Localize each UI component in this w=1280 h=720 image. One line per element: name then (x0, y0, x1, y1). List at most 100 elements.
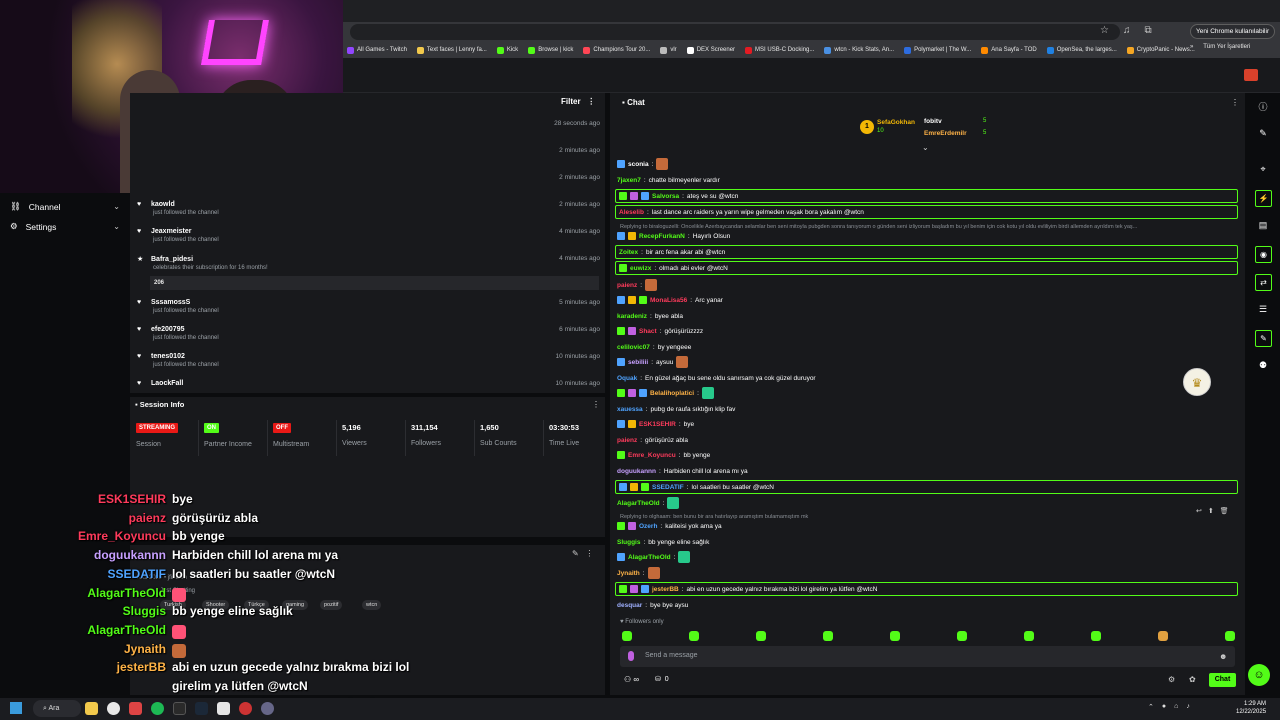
mic-icon[interactable] (628, 651, 634, 661)
chat-message[interactable]: celilovic07: by yengeee (617, 340, 1237, 354)
chat-username[interactable]: 7jaxen7 (617, 177, 641, 184)
app-icon[interactable] (129, 702, 142, 715)
chat-message[interactable]: Zoitex: bir arc fena akar abi @wtcn (615, 245, 1238, 259)
chat-message[interactable]: Belalihoplatici: (617, 386, 1237, 400)
feed-item[interactable]: ♥ SssamossS just followed the channel 5 min… (137, 299, 600, 314)
chat-message[interactable]: euwizx: olmadı abi evler @wtcN (615, 261, 1238, 275)
chat-message[interactable]: RecepFurkanN: Hayırlı Olsun (617, 229, 1237, 243)
send-chat-button[interactable]: Chat (1209, 673, 1236, 687)
chat-username[interactable]: SSEDATIF (652, 484, 684, 491)
chat-username[interactable]: AlagarTheOld (628, 554, 671, 561)
chat-username[interactable]: Belalihoplatici (650, 390, 694, 397)
chat-username[interactable]: jesterBB (652, 586, 679, 593)
chat-username[interactable]: euwizx (630, 265, 651, 272)
bookmark-item[interactable]: CryptoPanic - News... (1126, 46, 1195, 54)
pencil-icon[interactable]: ✎ (1257, 128, 1269, 140)
chat-username[interactable]: Aleselib (619, 209, 644, 216)
gear-icon[interactable]: ⚙ (1168, 675, 1175, 684)
mic-tray-icon[interactable]: ● (1162, 703, 1166, 711)
chat-message[interactable]: jesterBB: abi en uzun gecede yalnız bırak… (615, 582, 1238, 596)
reply-icon[interactable]: ↩ (1196, 507, 1202, 515)
chat-username[interactable]: celilovic07 (617, 344, 650, 351)
bookmark-item[interactable]: MSI USB-C Docking... (745, 46, 814, 54)
tag-chip[interactable]: wtcn (362, 600, 382, 610)
trash-icon[interactable]: 🗑 (1220, 507, 1229, 515)
chat-message[interactable]: Oquak: En güzel ağaç bu sene oldu sanırsa… (617, 371, 1237, 385)
chevron-up-icon[interactable]: ⌃ (1148, 703, 1154, 711)
feed-item[interactable]: ♥ Jeaxmeister just followed the channel 4 m… (137, 228, 600, 243)
app-icon-2[interactable] (217, 702, 230, 715)
bookmark-item[interactable]: OpenSea, the larges... (1046, 46, 1117, 54)
emote-icon[interactable] (823, 631, 833, 641)
volume-icon[interactable]: ♪ (1186, 703, 1190, 711)
chat-message[interactable]: 7jaxen7: chatte bilmeyenler vardır (617, 173, 1237, 187)
address-input[interactable] (350, 24, 1120, 40)
extensions-icon[interactable]: ⧉ (1144, 25, 1151, 36)
feed-item[interactable]: ♥ kaowld just followed the channel 2 minute… (137, 201, 600, 216)
chat-message[interactable]: AlagarTheOld: (617, 496, 1237, 510)
emote-icon[interactable] (1158, 631, 1168, 641)
link-icon[interactable]: ⇄ (1255, 274, 1272, 291)
all-bookmarks[interactable]: » Tüm Yer İşaretleri (1190, 44, 1250, 50)
chat-username[interactable]: Salvorsa (652, 193, 679, 200)
chat-username[interactable]: doguukannn (617, 468, 656, 475)
emote-picker-icon[interactable]: ✿ (1189, 675, 1196, 684)
bookmark-item[interactable]: wtcn - Kick Stats, An... (824, 46, 894, 54)
more-icon[interactable]: ⋮ (592, 400, 600, 409)
clock[interactable]: 1:29 AM 12/22/2025 (1236, 700, 1266, 716)
chat-message[interactable]: Shact: görüşürüzzzz (617, 324, 1237, 338)
emote-icon[interactable] (890, 631, 900, 641)
settings-app-icon[interactable] (261, 702, 274, 715)
chat-username[interactable]: MonaLisa56 (650, 297, 687, 304)
crosshair-icon[interactable]: ⌖ (1257, 164, 1269, 176)
chat-message[interactable]: sebiliii: aysuu (617, 355, 1237, 369)
emoji-icon[interactable]: ☻ (1219, 652, 1227, 661)
chat-username[interactable]: Jynaith (617, 570, 640, 577)
bookmarks-overflow[interactable]: » (1190, 44, 1193, 50)
bookmark-item[interactable]: DEX Screener (686, 46, 735, 54)
chat-message[interactable]: Salvorsa: ateş ve su @wtcn (615, 189, 1238, 203)
chat-message[interactable]: xauessa: pubg de raufa sıktığın klip fav (617, 402, 1237, 416)
collapse-icon[interactable]: ⌄ (922, 143, 929, 152)
emote-icon[interactable] (756, 631, 766, 641)
chat-message[interactable]: Aleselib: last dance arc raiders ya yarın… (615, 205, 1238, 219)
bookmark-item[interactable]: Polymarket | The W... (904, 46, 971, 54)
chat-message[interactable]: sconia: (617, 157, 1237, 171)
chat-message[interactable]: doguukannn: Harbiden chill lol arena mı y… (617, 464, 1237, 478)
lightning-icon[interactable]: ⚡ (1255, 190, 1272, 207)
pin-icon[interactable]: ⬆ (1208, 507, 1214, 515)
chat-message[interactable]: MonaLisa56: Arc yanar (617, 293, 1237, 307)
emote-icon[interactable] (689, 631, 699, 641)
bookmark-item[interactable]: Ana Sayfa - TOD (981, 46, 1037, 54)
bookmark-star-icon[interactable]: ☆ (1100, 25, 1109, 36)
bookmark-item[interactable]: Kick (496, 46, 518, 54)
emote-icon[interactable] (1024, 631, 1034, 641)
app-icon-3[interactable] (239, 702, 252, 715)
bookmark-item[interactable]: Browse | kick (528, 46, 573, 54)
crown-icon[interactable]: ♛ (1183, 368, 1211, 396)
stack-icon[interactable]: ☰ (1257, 304, 1269, 316)
chat-username[interactable]: Shact (639, 328, 657, 335)
chat-username[interactable]: Oquak (617, 375, 637, 382)
chat-message[interactable]: desquar: bye bye aysu (617, 598, 1237, 612)
emote-icon[interactable] (1225, 631, 1235, 641)
chat-username[interactable]: Ozerh (639, 523, 657, 530)
chat-message[interactable]: SSEDATIF: lol saatleri bu saatler @wtcN (615, 480, 1238, 494)
chat-message[interactable]: AlagarTheOld: (617, 550, 1237, 564)
sidebar-item-channel[interactable]: ⛓ Channel ⌄ (10, 201, 120, 212)
chat-username[interactable]: paienz (617, 437, 637, 444)
terminal-icon[interactable] (173, 702, 186, 715)
media-icon[interactable]: ♫ (1123, 25, 1131, 36)
steam-icon[interactable] (195, 702, 208, 715)
chat-username[interactable]: Emre_Koyuncu (628, 452, 676, 459)
all-bookmarks-label[interactable]: Tüm Yer İşaretleri (1203, 44, 1250, 50)
feed-item[interactable]: ★ Bafra_pidesi celebrates their subscripti… (137, 255, 600, 271)
chat-username[interactable]: desquar (617, 602, 642, 609)
users-icon[interactable]: ⚉ (1257, 360, 1269, 372)
chat-username[interactable]: karadeniz (617, 313, 647, 320)
chat-username[interactable]: sconia (628, 161, 649, 168)
document-icon[interactable]: ▤ (1257, 220, 1269, 232)
chat-username[interactable]: RecepFurkanN (639, 233, 685, 240)
tag-chip[interactable]: pozitif (320, 600, 343, 610)
chat-username[interactable]: sebiliii (628, 359, 648, 366)
